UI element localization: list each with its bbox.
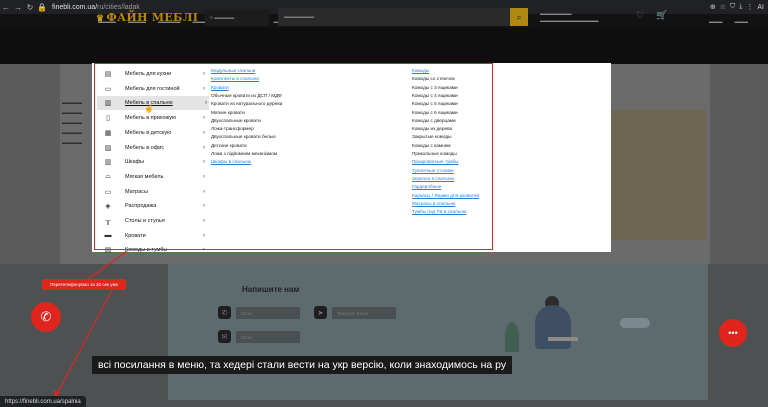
bookmark-icon[interactable]: ☆ — [720, 3, 726, 11]
shield-icon[interactable]: ⛉ — [730, 3, 735, 11]
video-subtitle: всі посилання в меню, та хедері стали ве… — [92, 356, 513, 374]
call-button[interactable]: ✆ — [31, 302, 61, 332]
search-input[interactable]: ▬▬▬▬▬▬ — [278, 8, 510, 26]
banner-image — [600, 110, 706, 240]
telegram-field[interactable]: Telegram Email — [332, 307, 396, 319]
cart-icon[interactable]: 🛒 — [656, 10, 667, 21]
viber-icon[interactable]: ✆ — [218, 306, 231, 319]
person-illustration — [535, 305, 571, 349]
laptop-illustration — [548, 337, 578, 341]
email-field[interactable]: Email — [236, 307, 300, 319]
extension-icon[interactable]: ⊕ — [710, 3, 716, 11]
top-nav-link[interactable]: ▬▬▬ — [735, 19, 749, 24]
site-header — [0, 28, 768, 64]
search-button[interactable]: ⌕ — [510, 8, 528, 26]
mail-field[interactable]: Email — [236, 331, 300, 343]
mail-icon[interactable]: ✉ — [218, 330, 231, 343]
callback-tooltip: Перетелефонуємо за 30 сек уже — [42, 279, 126, 290]
catalog-button[interactable]: ≡ ▬▬▬▬ — [205, 10, 269, 26]
top-nav-link[interactable]: ▬▬▬ — [709, 19, 723, 24]
reload-icon[interactable]: ↻ — [24, 3, 36, 12]
back-icon[interactable]: ← — [0, 3, 12, 12]
telegram-icon[interactable]: ➤ — [314, 306, 327, 319]
cloud-illustration — [620, 318, 650, 328]
plant-illustration — [505, 322, 519, 352]
search-icon: ⌕ — [516, 11, 522, 22]
favorites-icon[interactable]: ♡ — [636, 10, 644, 21]
phone-icon: ✆ — [40, 309, 52, 324]
status-bar-url: https://finebli.com.ua/spalnia — [0, 396, 86, 407]
chat-button[interactable]: ••• — [719, 319, 747, 347]
menu-icon[interactable]: ⋮ — [746, 3, 753, 11]
site-logo[interactable]: ♛ ФАЙН МЕБЛІ — [96, 11, 198, 24]
left-sidebar-links: ▬▬▬▬ ▬▬▬▬ ▬▬▬▬ ▬▬▬▬ ▬▬▬▬ — [62, 100, 82, 146]
lock-icon: 🔒 — [37, 2, 47, 12]
chat-icon: ••• — [728, 328, 738, 338]
crown-icon: ♛ — [96, 14, 105, 24]
address-bar[interactable]: finebli.com.ua/ru/cities/ladak — [52, 4, 140, 11]
ai-button[interactable]: AI — [757, 4, 764, 11]
download-icon[interactable]: ⤓ — [739, 3, 742, 11]
contact-title: Напишите нам — [242, 285, 300, 294]
annotation-highlight-box — [94, 63, 493, 250]
forward-icon[interactable]: → — [12, 3, 24, 12]
header-phone-info: ▬▬▬▬▬▬▬ ▬▬▬▬▬▬▬▬▬▬▬▬▬ — [540, 11, 599, 23]
